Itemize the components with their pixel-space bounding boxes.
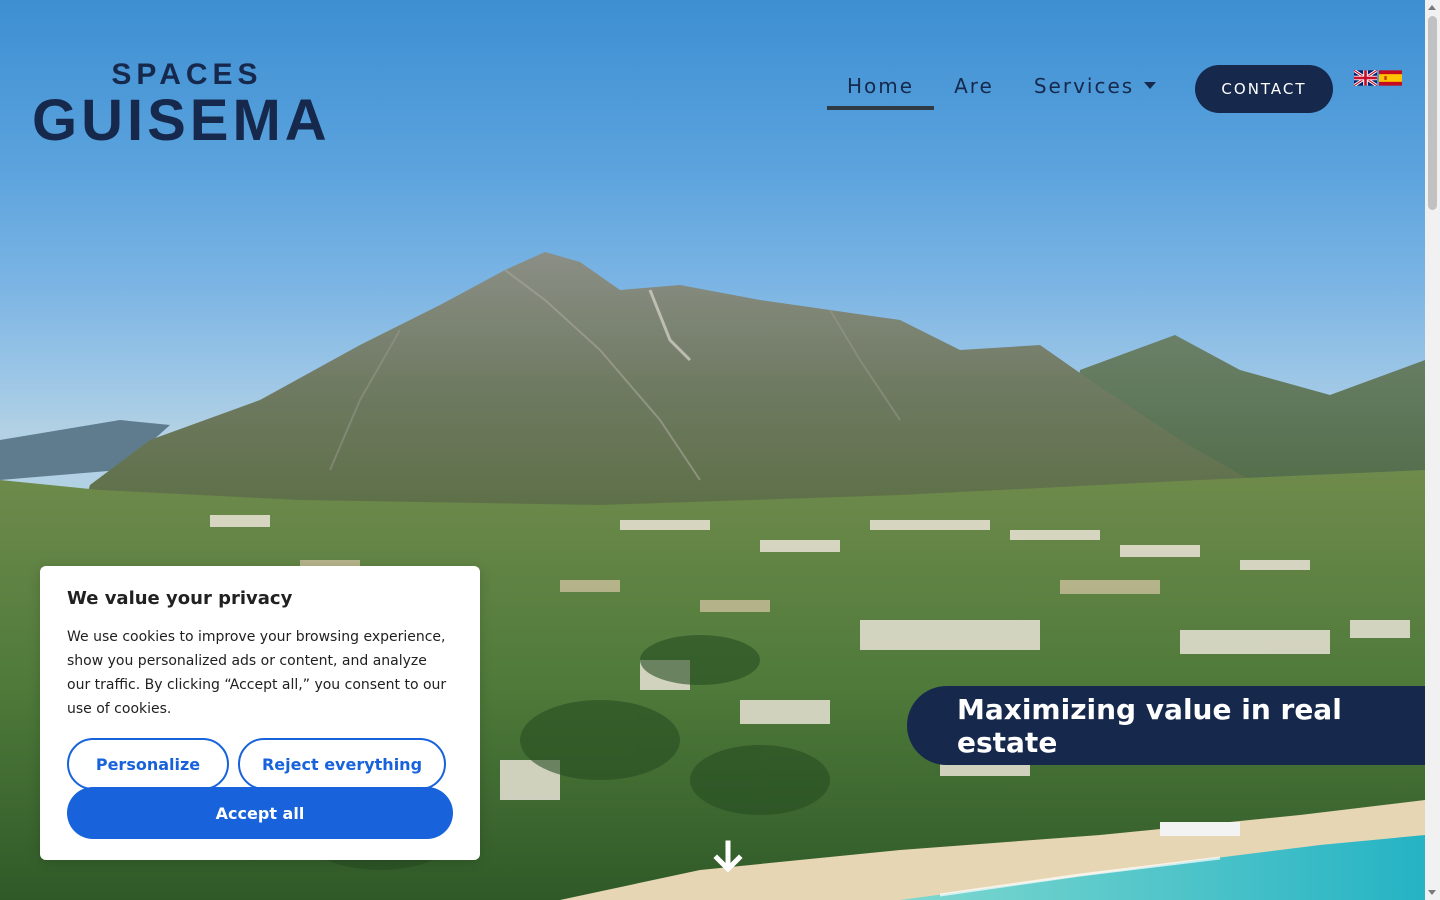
site-logo[interactable]: SPACES GUISEMA (32, 58, 352, 150)
nav-item-label: Services (1033, 74, 1135, 98)
nav-item-home[interactable]: Home (827, 66, 935, 110)
scroll-up-arrow-icon[interactable] (1428, 5, 1436, 10)
scrollbar-thumb[interactable] (1428, 16, 1437, 210)
spain-flag-icon[interactable] (1379, 70, 1402, 86)
cookie-title: We value your privacy (67, 588, 293, 609)
contact-button[interactable]: CONTACT (1195, 65, 1333, 113)
main-nav: Home Are Services (827, 66, 1176, 110)
cookie-consent-dialog: We value your privacy We use cookies to … (40, 566, 480, 860)
uk-flag-icon[interactable] (1354, 70, 1377, 86)
nav-item-services[interactable]: Services (1014, 66, 1176, 110)
page-scrollbar[interactable] (1425, 0, 1440, 900)
logo-line-spaces: SPACES (111, 58, 263, 91)
personalize-button[interactable]: Personalize (67, 738, 229, 790)
cookie-button-row: Personalize Reject everything (67, 738, 453, 790)
scroll-down-arrow-icon[interactable] (1428, 890, 1436, 895)
reject-all-button[interactable]: Reject everything (238, 738, 446, 790)
language-switcher (1354, 70, 1402, 86)
caret-down-icon (1144, 82, 1157, 89)
nav-item-are[interactable]: Are (934, 66, 1014, 110)
logo-line-guisema: GUISEMA (32, 88, 331, 153)
nav-item-label: Home (847, 74, 915, 98)
hero-tagline: Maximizing value in real estate (907, 686, 1425, 765)
arrow-down-icon[interactable] (712, 840, 744, 874)
cookie-body: We use cookies to improve your browsing … (67, 629, 447, 717)
accept-all-button[interactable]: Accept all (67, 787, 453, 839)
nav-item-label: Are (954, 74, 994, 98)
